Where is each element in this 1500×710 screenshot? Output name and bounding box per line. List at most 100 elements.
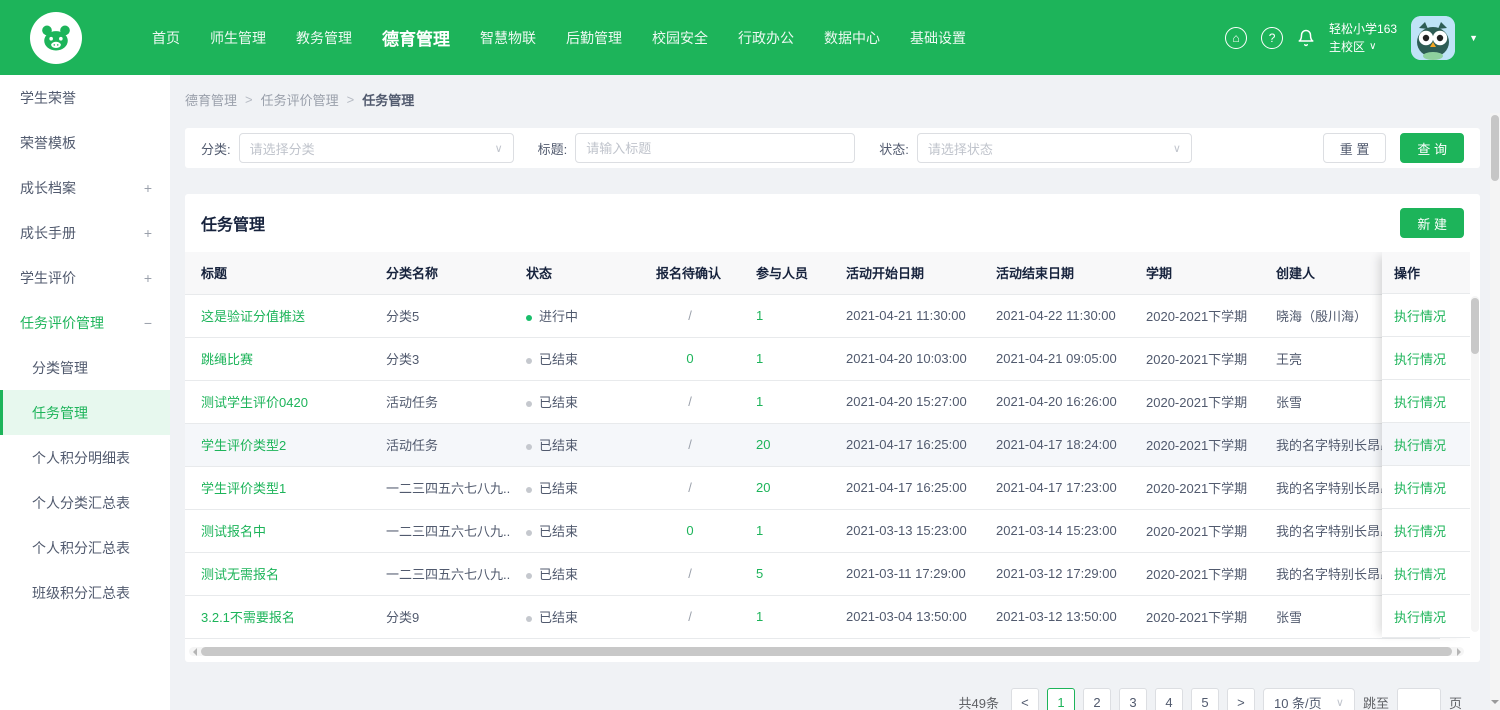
status-select[interactable]: 请选择状态 ∨: [917, 133, 1192, 163]
pagination-prev-button[interactable]: <: [1011, 688, 1039, 710]
execution-status-link[interactable]: 执行情况: [1394, 306, 1446, 325]
execution-status-link[interactable]: 执行情况: [1394, 564, 1446, 583]
nav-item-home[interactable]: 首页: [152, 28, 180, 48]
nav-item-campus-safety[interactable]: 校园安全: [652, 28, 708, 48]
sidebar-item-personal-category-summary[interactable]: 个人分类汇总表: [0, 480, 170, 525]
app-logo[interactable]: [30, 12, 82, 64]
pagination-page-2[interactable]: 2: [1083, 688, 1111, 710]
task-management-card: 任务管理 新 建 标题 分类名称 状态 报名待确认 参与人员 活动开始日期: [185, 194, 1480, 662]
nav-item-moral-education[interactable]: 德育管理: [382, 25, 450, 50]
cell-semester: 2020-2021下学期: [1130, 552, 1260, 595]
task-title-link[interactable]: 跳绳比赛: [201, 352, 253, 367]
pagination-next-button[interactable]: >: [1227, 688, 1255, 710]
sidebar-item-label: 分类管理: [32, 358, 88, 378]
sidebar-item-growth-handbook[interactable]: 成长手册 +: [0, 210, 170, 255]
sidebar-item-personal-score-detail[interactable]: 个人积分明细表: [0, 435, 170, 480]
cell-title: 3.2.1不需要报名: [185, 595, 370, 638]
task-title-link[interactable]: 3.2.1不需要报名: [201, 610, 295, 625]
cell-category: 分类5: [370, 294, 510, 337]
pagination-page-4[interactable]: 4: [1155, 688, 1183, 710]
sidebar-item-student-evaluation[interactable]: 学生评价 +: [0, 255, 170, 300]
cell-title: 学生评价类型2: [185, 423, 370, 466]
sidebar-item-growth-archive[interactable]: 成长档案 +: [0, 165, 170, 210]
cell-pending: 0: [640, 509, 740, 552]
page-scrollbar-thumb[interactable]: [1491, 115, 1499, 181]
scroll-left-arrow-icon[interactable]: [189, 647, 199, 656]
expand-plus-icon[interactable]: +: [144, 180, 152, 196]
category-select[interactable]: 请选择分类 ∨: [239, 133, 514, 163]
sidebar-item-category-mgmt[interactable]: 分类管理: [0, 345, 170, 390]
pagination: 共49条 < 1 2 3 4 5 > 10 条/页 ∨ 跳至 页: [185, 688, 1480, 710]
table-row[interactable]: 学生评价类型1 一二三四五六七八九... 已结束 / 20 2021-04-17…: [185, 466, 1440, 509]
execution-status-link[interactable]: 执行情况: [1394, 435, 1446, 454]
sidebar-item-honor-template[interactable]: 荣誉模板: [0, 120, 170, 165]
expand-plus-icon[interactable]: +: [144, 225, 152, 241]
cell-category: 一二三四五六七八九...: [370, 509, 510, 552]
cell-title: 测试报名中: [185, 509, 370, 552]
action-cell: 执行情况: [1382, 337, 1470, 380]
scroll-down-arrow-icon[interactable]: [1491, 699, 1499, 707]
sidebar-item-personal-score-summary[interactable]: 个人积分汇总表: [0, 525, 170, 570]
help-icon[interactable]: ?: [1261, 27, 1283, 49]
task-title-link[interactable]: 测试学生评价0420: [201, 395, 308, 410]
nav-item-smart-iot[interactable]: 智慧物联: [480, 28, 536, 48]
execution-status-link[interactable]: 执行情况: [1394, 478, 1446, 497]
reset-button[interactable]: 重 置: [1323, 133, 1387, 163]
table-row[interactable]: 测试学生评价0420 活动任务 已结束 / 1 2021-04-20 15:27…: [185, 380, 1440, 423]
title-input[interactable]: [575, 133, 855, 163]
task-title-link[interactable]: 这是验证分值推送: [201, 309, 305, 324]
new-button[interactable]: 新 建: [1400, 208, 1464, 238]
nav-item-basic-settings[interactable]: 基础设置: [910, 28, 966, 48]
table-row[interactable]: 测试报名中 一二三四五六七八九... 已结束 0 1 2021-03-13 15…: [185, 509, 1440, 552]
pagination-page-1[interactable]: 1: [1047, 688, 1075, 710]
cell-title: 这是验证分值推送: [185, 294, 370, 337]
user-avatar[interactable]: [1411, 16, 1455, 60]
sidebar-item-task-mgmt[interactable]: 任务管理: [0, 390, 170, 435]
horizontal-scrollbar-thumb[interactable]: [201, 647, 1452, 656]
nav-item-data-center[interactable]: 数据中心: [824, 28, 880, 48]
pagination-page-5[interactable]: 5: [1191, 688, 1219, 710]
cell-status: 已结束: [510, 595, 640, 638]
status-dot-icon: [526, 530, 532, 536]
home-icon[interactable]: ⌂: [1225, 27, 1247, 49]
table-row[interactable]: 学生评价类型2 活动任务 已结束 / 20 2021-04-17 16:25:0…: [185, 423, 1440, 466]
table-row[interactable]: 3.2.1不需要报名 分类9 已结束 / 1 2021-03-04 13:50:…: [185, 595, 1440, 638]
collapse-minus-icon[interactable]: −: [144, 315, 152, 331]
breadcrumb-item[interactable]: 德育管理: [185, 90, 237, 109]
table-vertical-scrollbar[interactable]: [1471, 296, 1479, 632]
execution-status-link[interactable]: 执行情况: [1394, 349, 1446, 368]
school-switcher[interactable]: 轻松小学163 主校区 ∨: [1329, 20, 1397, 56]
task-title-link[interactable]: 学生评价类型2: [201, 438, 286, 453]
task-title-link[interactable]: 测试无需报名: [201, 567, 279, 582]
nav-item-admin-office[interactable]: 行政办公: [738, 28, 794, 48]
page-vertical-scrollbar[interactable]: [1490, 113, 1500, 710]
execution-status-link[interactable]: 执行情况: [1394, 521, 1446, 540]
nav-item-teacher-student[interactable]: 师生管理: [210, 28, 266, 48]
table-row[interactable]: 这是验证分值推送 分类5 进行中 / 1 2021-04-21 11:30:00…: [185, 294, 1440, 337]
nav-item-academic[interactable]: 教务管理: [296, 28, 352, 48]
expand-plus-icon[interactable]: +: [144, 270, 152, 286]
table-row[interactable]: 跳绳比赛 分类3 已结束 0 1 2021-04-20 10:03:00 202…: [185, 337, 1440, 380]
sidebar-item-student-honor[interactable]: 学生荣誉: [0, 75, 170, 120]
breadcrumb: 德育管理 > 任务评价管理 > 任务管理: [185, 75, 1480, 123]
notification-bell-icon[interactable]: [1297, 29, 1315, 47]
jump-page-input[interactable]: [1397, 688, 1441, 710]
sidebar-item-class-score-summary[interactable]: 班级积分汇总表: [0, 570, 170, 615]
scroll-right-arrow-icon[interactable]: [1454, 647, 1464, 656]
search-button[interactable]: 查 询: [1400, 133, 1464, 163]
caret-down-icon[interactable]: ▼: [1469, 33, 1478, 43]
cell-participants: 20: [740, 466, 830, 509]
breadcrumb-item[interactable]: 任务评价管理: [261, 90, 339, 109]
page-size-select[interactable]: 10 条/页 ∨: [1263, 688, 1355, 710]
cell-end-date: 2021-04-22 11:30:00: [980, 294, 1130, 337]
horizontal-scrollbar[interactable]: [189, 647, 1464, 656]
task-title-link[interactable]: 测试报名中: [201, 524, 266, 539]
vertical-scrollbar-thumb[interactable]: [1471, 298, 1479, 354]
table-row[interactable]: 测试无需报名 一二三四五六七八九... 已结束 / 5 2021-03-11 1…: [185, 552, 1440, 595]
execution-status-link[interactable]: 执行情况: [1394, 607, 1446, 626]
sidebar-item-task-evaluation-mgmt[interactable]: 任务评价管理 −: [0, 300, 170, 345]
nav-item-logistics[interactable]: 后勤管理: [566, 28, 622, 48]
pagination-page-3[interactable]: 3: [1119, 688, 1147, 710]
task-title-link[interactable]: 学生评价类型1: [201, 481, 286, 496]
execution-status-link[interactable]: 执行情况: [1394, 392, 1446, 411]
